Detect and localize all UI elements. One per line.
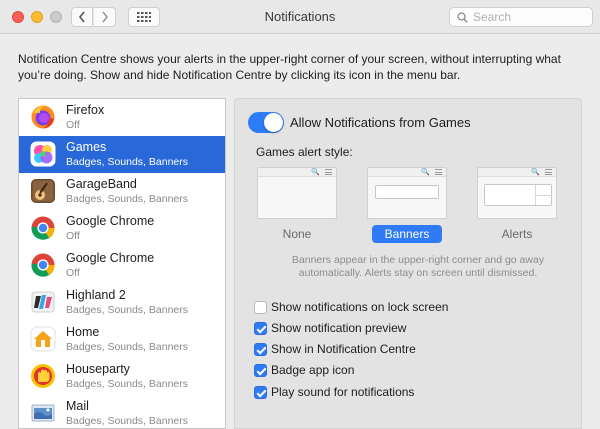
- chrome-icon: [31, 253, 55, 277]
- lock-screen-checkbox[interactable]: [254, 300, 267, 314]
- option-lock-screen[interactable]: Show notifications on lock screen: [254, 300, 448, 314]
- app-name: Firefox: [66, 103, 105, 117]
- search-field[interactable]: [449, 7, 593, 27]
- app-row-firefox[interactable]: Firefox Off: [19, 99, 225, 136]
- app-status: Badges, Sounds, Banners: [66, 193, 189, 205]
- app-row-highland-2[interactable]: Highland 2 Badges, Sounds, Banners: [19, 284, 225, 321]
- app-row-google-chrome[interactable]: Google Chrome Off: [19, 210, 225, 247]
- app-status: Badges, Sounds, Banners: [66, 378, 189, 390]
- option-label: Show notifications on lock screen: [271, 300, 449, 314]
- app-status: Badges, Sounds, Banners: [66, 304, 189, 316]
- games-icon: [30, 141, 56, 167]
- allow-notifications-toggle[interactable]: [248, 112, 284, 133]
- mail-icon: [31, 404, 55, 422]
- preview-menu-bar: 🔍: [368, 168, 446, 177]
- app-name: GarageBand: [66, 177, 137, 191]
- list-icon: [545, 169, 552, 175]
- app-row-home[interactable]: Home Badges, Sounds, Banners: [19, 321, 225, 358]
- alert-style-label: Games alert style:: [256, 145, 353, 159]
- preview-alert-divider: [536, 195, 552, 196]
- alert-style-banners-label[interactable]: Banners: [372, 225, 442, 243]
- alert-style-description: Banners appear in the upper-right corner…: [291, 254, 545, 279]
- app-name: Home: [66, 325, 100, 339]
- option-label: Badge app icon: [271, 363, 355, 377]
- app-name: Mail: [66, 399, 89, 413]
- app-row-garageband[interactable]: GarageBand Badges, Sounds, Banners: [19, 173, 225, 210]
- app-status: Badges, Sounds, Banners: [66, 415, 189, 427]
- option-label: Show in Notification Centre: [271, 342, 416, 356]
- app-row-google-chrome[interactable]: Google Chrome Off: [19, 247, 225, 284]
- option-label: Play sound for notifications: [271, 385, 415, 399]
- toggle-knob: [264, 113, 283, 132]
- alert-style-alerts-preview[interactable]: 🔍: [477, 167, 557, 219]
- app-name: Houseparty: [66, 362, 130, 376]
- app-name: Google Chrome: [66, 214, 155, 228]
- option-sound[interactable]: Play sound for notifications: [254, 385, 414, 399]
- alert-style-alerts-label[interactable]: Alerts: [477, 227, 557, 241]
- badge-checkbox[interactable]: [254, 363, 267, 377]
- search-icon: 🔍: [531, 169, 540, 176]
- app-row-mail[interactable]: Mail Badges, Sounds, Banners: [19, 395, 225, 428]
- app-status: Badges, Sounds, Banners: [66, 156, 189, 168]
- firefox-icon: [31, 105, 55, 129]
- search-icon: [457, 11, 468, 23]
- app-name: Highland 2: [66, 288, 126, 302]
- list-icon: [325, 169, 332, 175]
- title-bar: Notifications: [0, 0, 600, 34]
- alert-style-none-preview[interactable]: 🔍: [257, 167, 337, 219]
- app-status: Badges, Sounds, Banners: [66, 341, 189, 353]
- preview-menu-bar: 🔍: [478, 168, 556, 177]
- garageband-icon: [31, 179, 55, 203]
- houseparty-icon: [31, 364, 55, 388]
- notification-centre-checkbox[interactable]: [254, 342, 267, 356]
- option-label: Show notification preview: [271, 321, 407, 335]
- app-status: Off: [66, 230, 80, 242]
- app-list[interactable]: Firefox Off Games Badges, Sounds, Banner…: [18, 98, 226, 429]
- preview-checkbox[interactable]: [254, 321, 267, 335]
- search-icon: 🔍: [311, 169, 320, 176]
- search-icon: 🔍: [421, 169, 430, 176]
- option-badge[interactable]: Badge app icon: [254, 363, 354, 377]
- alert-style-banners-preview[interactable]: 🔍: [367, 167, 447, 219]
- app-name: Games: [66, 140, 107, 154]
- preview-alert: [484, 184, 552, 206]
- sound-checkbox[interactable]: [254, 385, 267, 399]
- home-icon: [30, 326, 56, 352]
- preview-banner: [375, 185, 439, 199]
- chrome-icon: [31, 216, 55, 240]
- app-status: Off: [66, 119, 80, 131]
- option-notification-centre[interactable]: Show in Notification Centre: [254, 342, 416, 356]
- option-preview[interactable]: Show notification preview: [254, 321, 406, 335]
- app-row-games[interactable]: Games Badges, Sounds, Banners: [19, 136, 225, 173]
- app-name: Google Chrome: [66, 251, 155, 265]
- alert-style-none-label[interactable]: None: [257, 227, 337, 241]
- app-status: Off: [66, 267, 80, 279]
- search-input[interactable]: [473, 10, 583, 24]
- preview-menu-bar: 🔍: [258, 168, 336, 177]
- highland-icon: [31, 291, 55, 313]
- app-row-houseparty[interactable]: Houseparty Badges, Sounds, Banners: [19, 358, 225, 395]
- allow-notifications-label: Allow Notifications from Games: [290, 115, 471, 130]
- description-text: Notification Centre shows your alerts in…: [18, 52, 561, 82]
- list-icon: [435, 169, 442, 175]
